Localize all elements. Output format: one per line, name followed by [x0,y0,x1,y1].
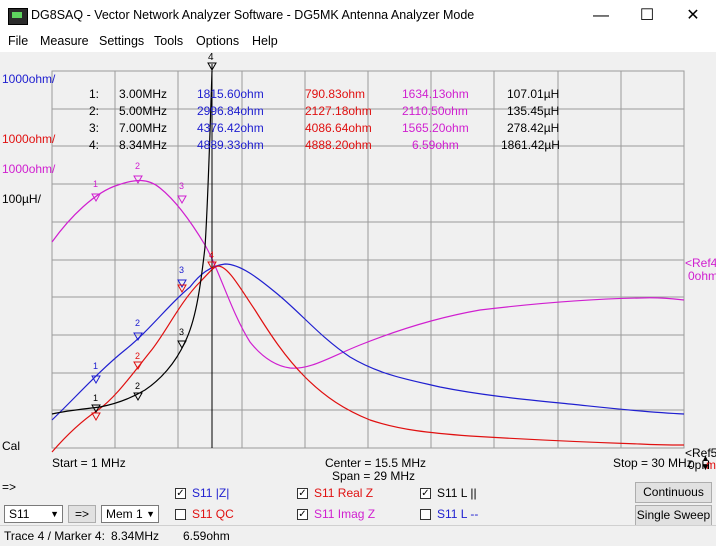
trace-qc-checkbox[interactable] [175,509,186,520]
menu-help[interactable]: Help [252,34,278,48]
menu-settings[interactable]: Settings [99,34,144,48]
status-freq: 8.34MHz [111,529,160,543]
marker-real: 2127.18ohm [305,104,372,118]
scale-label-imag: 1000ohm/ [2,162,56,176]
status-bar: Trace 4 / Marker 4: 8.34MHz 6.59ohm [0,525,716,546]
marker-z: 2996.84ohm [197,104,264,118]
minimize-icon[interactable]: — [578,0,624,32]
marker-freq: 7.00MHz [119,121,168,135]
marker-real: 790.83ohm [305,87,366,101]
plot-area[interactable]: 4 1 2 3 1 2 3 2 4 1 2 3 1000ohm/ 1000ohm… [0,52,716,472]
cal-label: Cal [2,439,21,453]
menu-file[interactable]: File [8,34,28,48]
memory-select[interactable]: Mem 1 ▼ [101,505,159,523]
sparam-select-value: S11 [9,507,30,521]
marker-l: 107.01µH [507,87,560,101]
stop-freq-label: Stop = 30 MHz [613,456,693,470]
sparam-select[interactable]: S11 ▼ [4,505,63,523]
step-down-icon[interactable]: ▼ [701,462,710,472]
svg-text:3: 3 [179,265,184,275]
memory-select-value: Mem 1 [106,507,143,521]
marker-imag: 2110.50ohm [402,104,468,118]
trace-real-z-checkbox[interactable]: ✓ [297,488,308,499]
svg-text:1: 1 [93,179,98,189]
continuous-button[interactable]: Continuous [635,482,712,503]
marker-real: 4888.20ohm [305,138,372,152]
marker-z: 1815.60ohm [197,87,264,101]
marker-l: 278.42µH [507,121,560,135]
menu-measure[interactable]: Measure [40,34,89,48]
span-label: Span = 29 MHz [332,469,416,483]
trace-mag-z-label: S11 |Z| [192,486,230,500]
title-bar: DG8SAQ - Vector Network Analyzer Softwar… [0,0,716,33]
markers-imag: 1 2 3 [91,161,187,205]
trace-real-z-label: S11 Real Z [314,486,374,500]
svg-text:2: 2 [135,161,140,171]
maximize-icon[interactable]: ☐ [624,0,670,32]
marker-num: 2: [89,104,100,118]
ref4-value: 0ohm [688,269,716,283]
close-icon[interactable]: ✕ [670,0,716,32]
app-icon [8,8,28,25]
scale-label-real: 1000ohm/ [2,132,56,146]
svg-text:3: 3 [179,327,184,337]
marker-l: 135.45µH [507,104,560,118]
svg-text:2: 2 [135,381,140,391]
trace-imag-z-checkbox[interactable]: ✓ [297,509,308,520]
trace-imag-z-label: S11 Imag Z [314,507,376,521]
svg-text:4: 4 [209,250,214,260]
arrow-indicator: => [2,480,17,494]
start-freq-label: Start = 1 MHz [52,456,126,470]
marker-imag: 1634.13ohm [402,87,469,101]
marker-z: 4376.42ohm [197,121,264,135]
markers-l: 1 2 3 [91,327,187,414]
status-trace-marker: Trace 4 / Marker 4: [4,529,105,543]
marker-imag: 6.59ohm [412,138,459,152]
marker-num: 4: [89,138,100,152]
chevron-down-icon: ▼ [146,509,155,519]
marker-freq: 8.34MHz [119,138,168,152]
apply-arrow-button[interactable]: => [68,505,96,523]
trace-l-parallel-label: S11 L || [437,486,477,500]
chevron-down-icon: ▼ [50,509,59,519]
marker-real: 4086.64ohm [305,121,372,135]
menu-tools[interactable]: Tools [154,34,183,48]
marker-num: 1: [89,87,100,101]
marker-z: 4889.33ohm [197,138,264,152]
center-freq-label: Center = 15.5 MHz [325,456,427,470]
scale-label-l: 100µH/ [2,192,41,206]
menu-bar: File Measure Settings Tools Options Help [0,32,716,52]
svg-text:1: 1 [93,361,98,371]
marker-num: 3: [89,121,100,135]
trace-qc-label: S11 QC [192,507,234,521]
marker-imag: 1565.20ohm [402,121,469,135]
scale-label-mag: 1000ohm/ [2,72,56,86]
svg-text:3: 3 [179,181,184,191]
marker-freq: 5.00MHz [119,104,168,118]
ref4-label: <Ref4 [685,256,716,270]
menu-options[interactable]: Options [196,34,239,48]
svg-text:2: 2 [135,318,140,328]
marker-l: 1861.42µH [501,138,560,152]
window-title: DG8SAQ - Vector Network Analyzer Softwar… [31,8,475,22]
svg-text:1: 1 [93,393,98,403]
trace-l-series-label: S11 L -- [437,507,479,521]
trace-l-series-checkbox[interactable] [420,509,431,520]
status-value: 6.59ohm [183,529,230,543]
trace-l-parallel-checkbox[interactable]: ✓ [420,488,431,499]
single-sweep-button[interactable]: Single Sweep [635,505,712,526]
svg-text:2: 2 [135,351,140,361]
marker-freq: 3.00MHz [119,87,168,101]
active-marker-label: 4 [208,52,214,63]
trace-mag-z-checkbox[interactable]: ✓ [175,488,186,499]
